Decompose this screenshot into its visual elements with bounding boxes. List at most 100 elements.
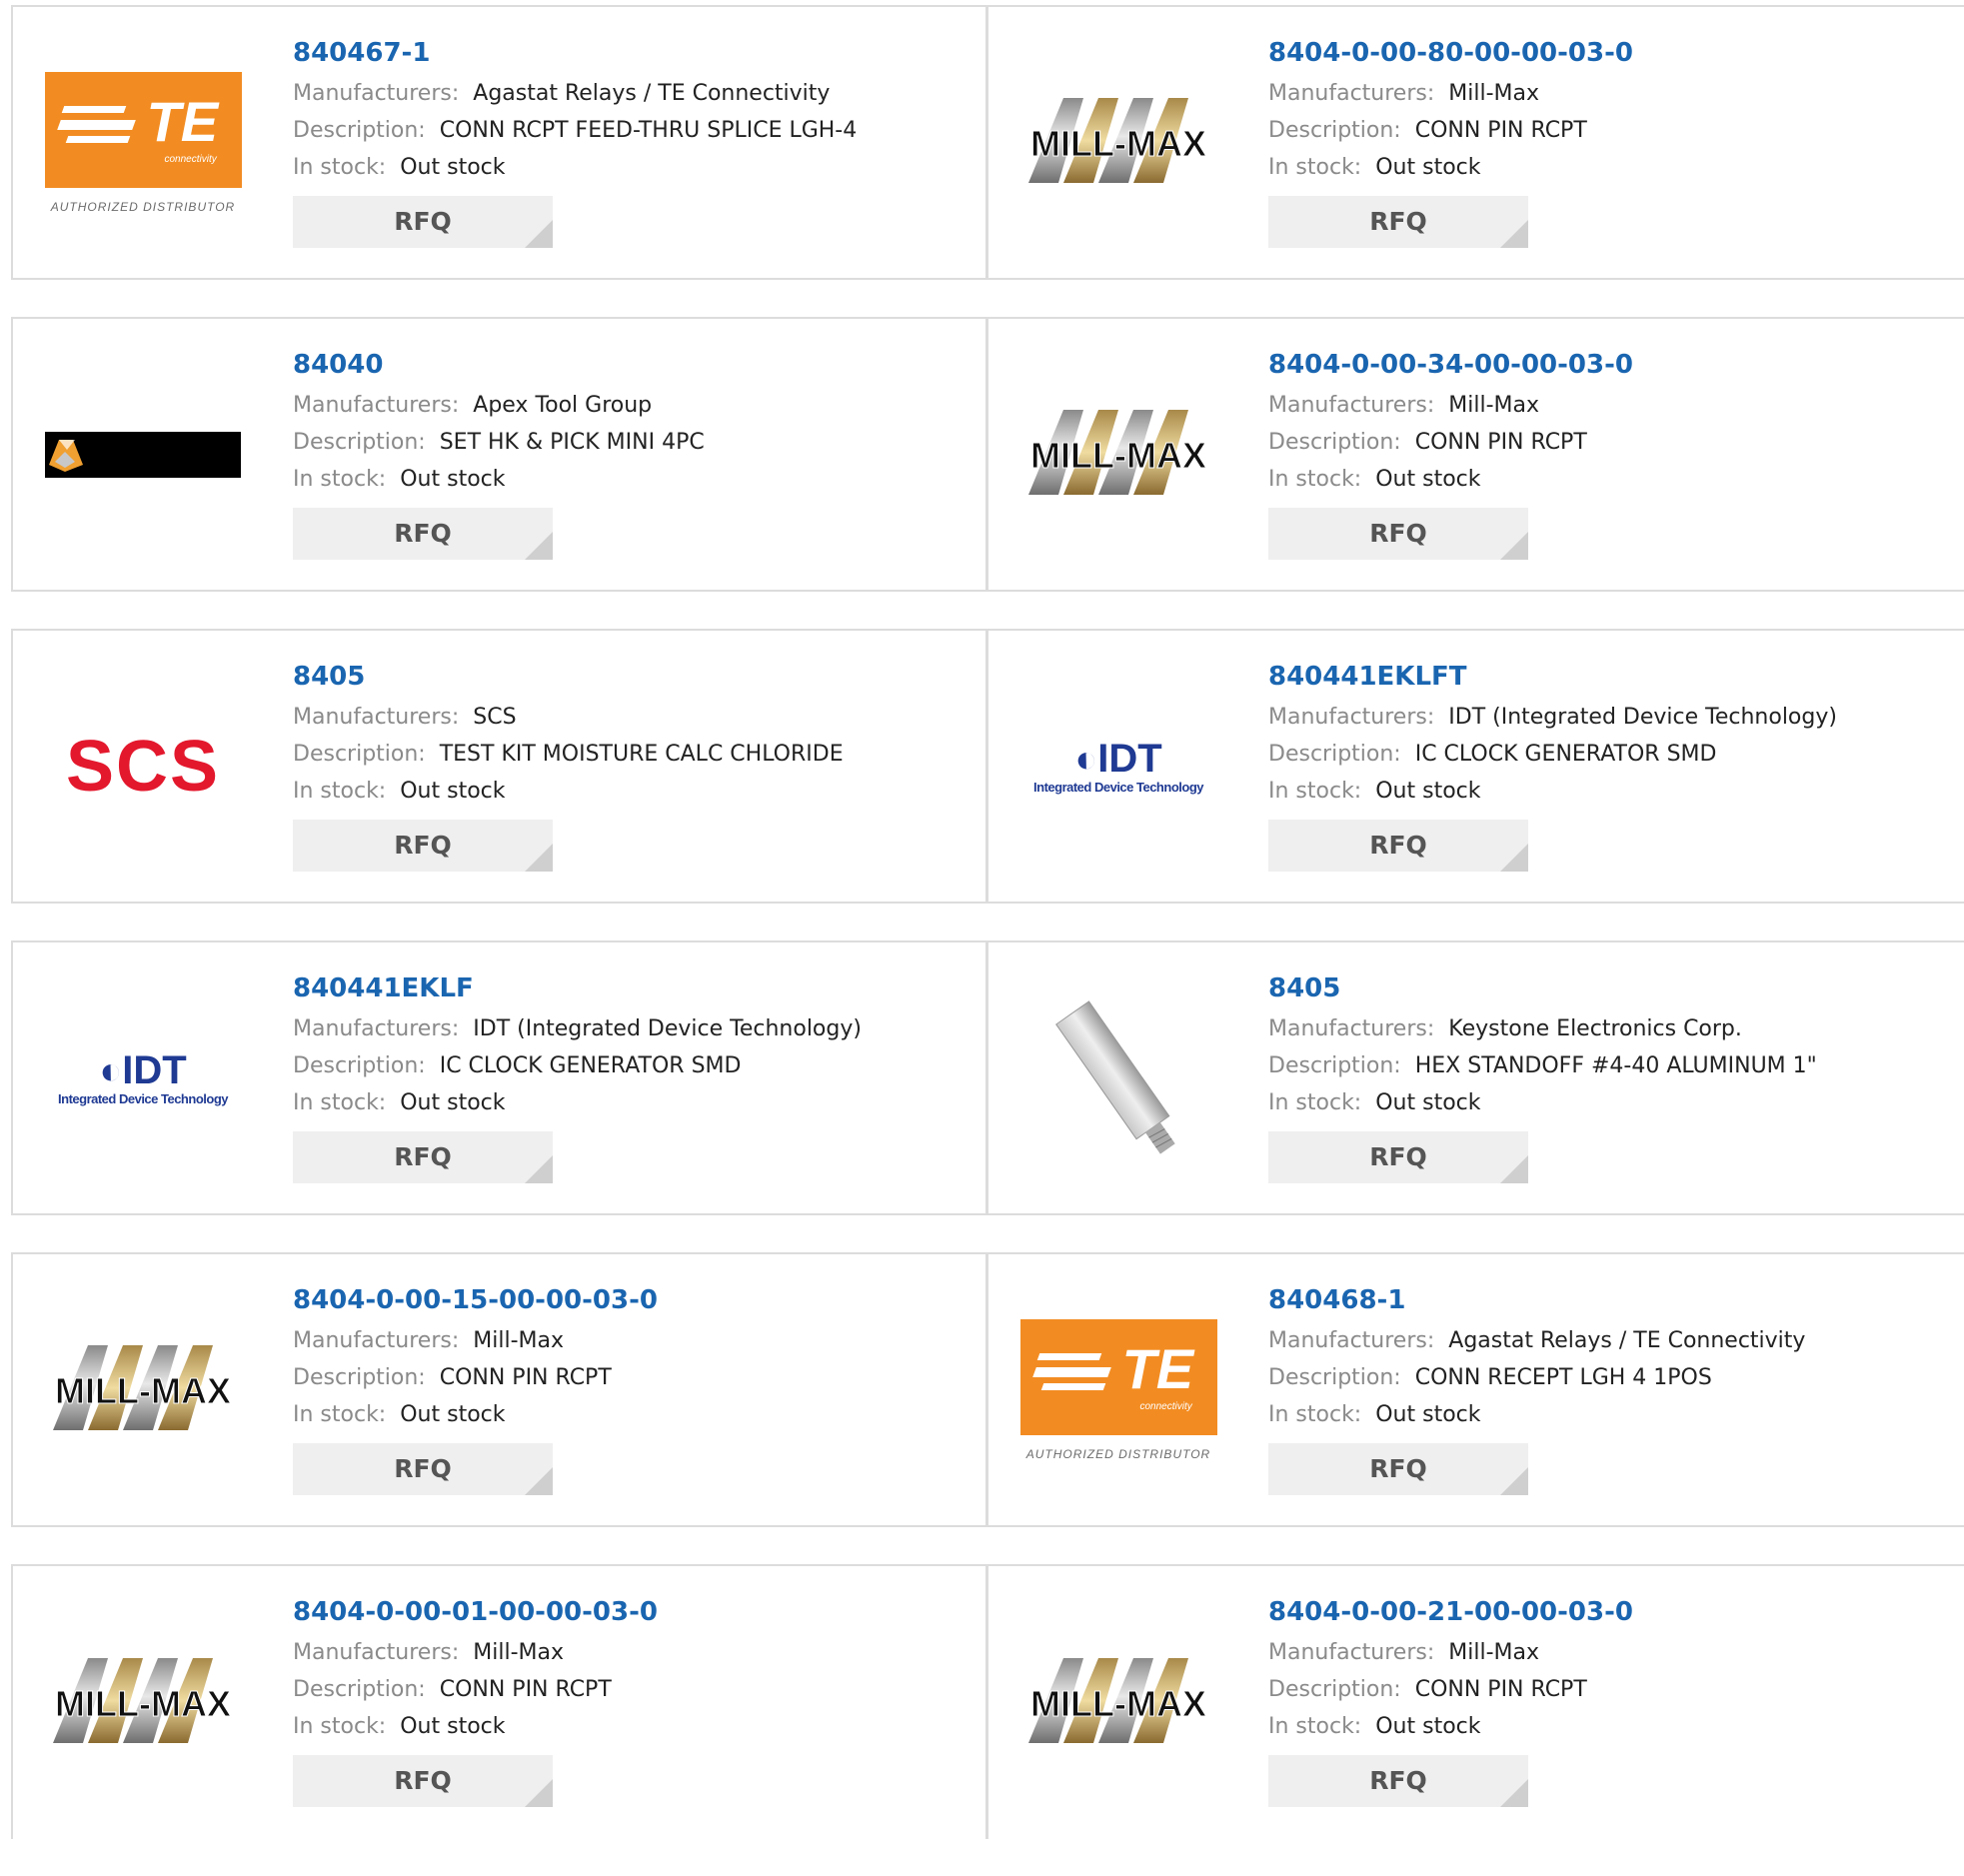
stock-row: In stock: Out stock (1268, 1084, 1954, 1121)
manufacturer-row: Manufacturers: Keystone Electronics Corp. (1268, 1010, 1954, 1047)
part-number-link[interactable]: 840441EKLFT (1268, 659, 1954, 699)
rfq-corner-decoration (1500, 844, 1528, 872)
rfq-button[interactable]: RFQ (293, 196, 553, 248)
rfq-label: RFQ (394, 831, 452, 860)
manufacturer-label: Manufacturers: (1268, 1640, 1435, 1665)
description-row: Description: CONN RCPT FEED-THRU SPLICE L… (293, 112, 976, 149)
svg-text:MILL-MAX: MILL-MAX (1030, 123, 1206, 164)
stock-value: Out stock (400, 1402, 506, 1427)
manufacturer-value: Mill-Max (1448, 393, 1540, 418)
manufacturer-value: Mill-Max (473, 1640, 565, 1665)
rfq-label: RFQ (394, 207, 452, 236)
part-number-link[interactable]: 8405 (293, 659, 976, 699)
product-row: TE connectivity AUTHORIZED DISTRIBUTOR 8… (11, 5, 1964, 280)
manufacturer-row: Manufacturers: Mill-Max (1268, 387, 1954, 424)
stock-label: In stock: (1268, 1402, 1362, 1427)
description-row: Description: CONN PIN RCPT (293, 1671, 976, 1708)
manufacturer-row: Manufacturers: Agastat Relays / TE Connec… (293, 75, 976, 112)
rfq-label: RFQ (1369, 831, 1427, 860)
product-row: MILL-MAX 8404-0-00-15-00-00-03-0 Manufac… (11, 1252, 1964, 1527)
stock-value: Out stock (1375, 1090, 1481, 1115)
description-label: Description: (293, 1677, 426, 1702)
stock-row: In stock: Out stock (1268, 1396, 1954, 1433)
rfq-label: RFQ (394, 519, 452, 548)
te-connectivity-logo: TE connectivity AUTHORIZED DISTRIBUTOR (44, 71, 242, 214)
manufacturer-logo (1018, 978, 1218, 1178)
mill-max-logo: MILL-MAX (53, 1657, 231, 1743)
part-number-link[interactable]: 840441EKLF (293, 970, 976, 1010)
stock-value: Out stock (1375, 155, 1481, 180)
description-value: CONN RECEPT LGH 4 1POS (1414, 1365, 1712, 1390)
manufacturer-logo (43, 355, 243, 555)
manufacturer-logo: MILL-MAX (43, 1290, 243, 1490)
hex-standoff-image (1055, 999, 1175, 1154)
manufacturer-label: Manufacturers: (293, 81, 460, 106)
description-value: HEX STANDOFF #4-40 ALUMINUM 1" (1414, 1053, 1817, 1078)
manufacturer-label: Manufacturers: (293, 1328, 460, 1353)
manufacturer-label: Manufacturers: (293, 705, 460, 730)
rfq-button[interactable]: RFQ (293, 508, 553, 560)
rfq-button[interactable]: RFQ (1268, 1131, 1528, 1183)
rfq-button[interactable]: RFQ (293, 1443, 553, 1495)
part-number-link[interactable]: 8405 (1268, 970, 1954, 1010)
rfq-button[interactable]: RFQ (1268, 1755, 1528, 1807)
part-number-link[interactable]: 840467-1 (293, 35, 976, 75)
mill-max-logo: MILL-MAX (1028, 97, 1206, 183)
manufacturer-row: Manufacturers: IDT (Integrated Device Tec… (293, 1010, 976, 1047)
stock-value: Out stock (1375, 779, 1481, 804)
description-row: Description: CONN PIN RCPT (1268, 424, 1954, 461)
part-number-link[interactable]: 8404-0-00-01-00-00-03-0 (293, 1594, 976, 1634)
product-info: 8404-0-00-80-00-00-03-0 Manufacturers: Mi… (1268, 35, 1954, 248)
product-card: 84040 Manufacturers: Apex Tool Group Desc… (11, 317, 987, 592)
te-connectivity-logo: TE connectivity AUTHORIZED DISTRIBUTOR (1019, 1318, 1217, 1461)
stock-value: Out stock (400, 1090, 506, 1115)
product-card: MILL-MAX 8404-0-00-01-00-00-03-0 Manufac… (11, 1564, 987, 1839)
rfq-corner-decoration (525, 844, 553, 872)
scs-logo: SCS (65, 726, 221, 807)
rfq-button[interactable]: RFQ (1268, 1443, 1528, 1495)
part-number-link[interactable]: 84040 (293, 347, 976, 387)
description-label: Description: (293, 742, 426, 767)
rfq-corner-decoration (525, 220, 553, 248)
stock-row: In stock: Out stock (1268, 461, 1954, 498)
part-number-link[interactable]: 840468-1 (1268, 1282, 1954, 1322)
stock-value: Out stock (400, 779, 506, 804)
product-info: 840468-1 Manufacturers: Agastat Relays / … (1268, 1282, 1954, 1495)
stock-row: In stock: Out stock (1268, 1708, 1954, 1745)
description-label: Description: (293, 1365, 426, 1390)
description-row: Description: CONN PIN RCPT (1268, 1671, 1954, 1708)
stock-value: Out stock (1375, 467, 1481, 492)
rfq-corner-decoration (1500, 1779, 1528, 1807)
stock-label: In stock: (293, 1402, 387, 1427)
description-value: CONN PIN RCPT (439, 1677, 612, 1702)
manufacturer-logo: MILL-MAX (1018, 1603, 1218, 1803)
part-number-link[interactable]: 8404-0-00-15-00-00-03-0 (293, 1282, 976, 1322)
stock-label: In stock: (1268, 155, 1362, 180)
product-card: SCS 8405 Manufacturers: SCS Description: T… (11, 629, 987, 904)
product-card: MILL-MAX 8404-0-00-15-00-00-03-0 Manufac… (11, 1252, 987, 1527)
part-number-link[interactable]: 8404-0-00-34-00-00-03-0 (1268, 347, 1954, 387)
manufacturer-label: Manufacturers: (1268, 393, 1435, 418)
idt-logo: ◐IDT Integrated Device Technology (58, 1047, 228, 1106)
part-number-link[interactable]: 8404-0-00-21-00-00-03-0 (1268, 1594, 1954, 1634)
rfq-button[interactable]: RFQ (293, 1131, 553, 1183)
part-number-link[interactable]: 8404-0-00-80-00-00-03-0 (1268, 35, 1954, 75)
stock-value: Out stock (1375, 1402, 1481, 1427)
manufacturer-value: Mill-Max (1448, 81, 1540, 106)
description-label: Description: (1268, 1365, 1401, 1390)
description-row: Description: IC CLOCK GENERATOR SMD (1268, 736, 1954, 773)
stock-row: In stock: Out stock (1268, 149, 1954, 186)
rfq-button[interactable]: RFQ (293, 820, 553, 872)
manufacturer-label: Manufacturers: (293, 393, 460, 418)
product-info: 8405 Manufacturers: SCS Description: TEST … (293, 659, 976, 872)
manufacturer-label: Manufacturers: (293, 1016, 460, 1041)
rfq-corner-decoration (1500, 1467, 1528, 1495)
product-card: MILL-MAX 8404-0-00-80-00-00-03-0 Manufac… (986, 5, 1964, 280)
rfq-corner-decoration (1500, 220, 1528, 248)
rfq-button[interactable]: RFQ (1268, 820, 1528, 872)
manufacturer-value: Apex Tool Group (473, 393, 653, 418)
rfq-button[interactable]: RFQ (1268, 508, 1528, 560)
rfq-button[interactable]: RFQ (293, 1755, 553, 1807)
product-row: SCS 8405 Manufacturers: SCS Description: T… (11, 629, 1964, 904)
rfq-button[interactable]: RFQ (1268, 196, 1528, 248)
